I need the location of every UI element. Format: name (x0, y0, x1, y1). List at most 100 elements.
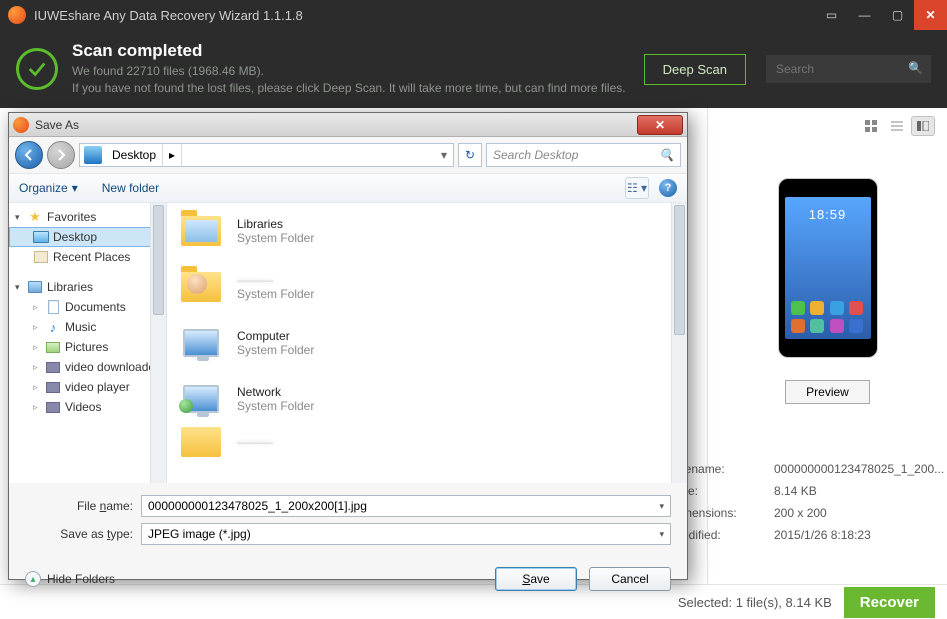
tree-pictures[interactable]: ▹Pictures (9, 337, 166, 357)
scrollbar-thumb[interactable] (674, 205, 685, 335)
nav-tree[interactable]: ▾★Favorites Desktop Recent Places ▾Libra… (9, 203, 167, 483)
refresh-button[interactable]: ↻ (458, 143, 482, 167)
filename-input[interactable]: 000000000123478025_1_200x200[1].jpg▾ (141, 495, 671, 517)
tree-recent-places[interactable]: Recent Places (9, 247, 166, 267)
file-item-computer[interactable]: ComputerSystem Folder (167, 315, 687, 371)
organize-menu[interactable]: Organize ▾ (19, 181, 78, 195)
scan-header: Scan completed We found 22710 files (196… (0, 30, 947, 108)
view-mode-button[interactable]: ☷ ▾ (625, 177, 649, 199)
search-box[interactable]: 🔍 (766, 55, 931, 83)
nav-forward-button[interactable] (47, 141, 75, 169)
titlebar: IUWEshare Any Data Recovery Wizard 1.1.1… (0, 0, 947, 30)
video-icon (46, 362, 60, 373)
network-icon (183, 385, 219, 413)
new-folder-button[interactable]: New folder (102, 181, 159, 195)
view-grid-button[interactable] (859, 116, 883, 136)
selection-status: Selected: 1 file(s), 8.14 KB (678, 595, 832, 610)
user-folder-icon (181, 272, 221, 302)
desktop-icon (33, 231, 49, 243)
preview-button[interactable]: Preview (785, 380, 870, 404)
document-icon (48, 300, 59, 314)
app-logo-icon (8, 6, 26, 24)
dialog-search-box[interactable]: Search Desktop 🔍 (486, 143, 681, 167)
breadcrumb-chevron-icon[interactable]: ▸ (163, 144, 182, 166)
filename-label: File name: (51, 499, 133, 513)
nav-back-button[interactable] (15, 141, 43, 169)
desktop-icon (84, 146, 102, 164)
libraries-icon (28, 281, 42, 293)
file-metadata: lename:000000000123478025_1_200... ze:8.… (682, 458, 944, 546)
save-as-dialog: Save As ✕ Desktop ▸ ▾ ↻ Search Desktop 🔍… (8, 112, 688, 580)
tree-documents[interactable]: ▹Documents (9, 297, 166, 317)
window-minimize-button[interactable]: — (848, 0, 881, 30)
video-icon (46, 382, 60, 393)
tree-video-downloader[interactable]: ▹video downloader (9, 357, 166, 377)
file-item-network[interactable]: NetworkSystem Folder (167, 371, 687, 427)
scan-summary: We found 22710 files (1968.46 MB). (72, 63, 626, 80)
scan-complete-icon (16, 48, 58, 90)
breadcrumb-desktop[interactable]: Desktop (106, 144, 163, 166)
tree-videos[interactable]: ▹Videos (9, 397, 166, 417)
dialog-search-placeholder: Search Desktop (493, 148, 578, 162)
meta-dim-key: mensions: (682, 506, 774, 520)
meta-mod-val: 2015/1/26 8:18:23 (774, 528, 871, 542)
filetype-select[interactable]: JPEG image (*.jpg)▾ (141, 523, 671, 545)
cancel-button[interactable]: Cancel (589, 567, 671, 591)
scrollbar-thumb[interactable] (153, 205, 164, 315)
meta-size-key: ze: (682, 484, 774, 498)
file-item-folder[interactable]: ——— (167, 427, 687, 457)
preview-clock: 18:59 (785, 197, 871, 222)
search-icon: 🔍 (908, 61, 923, 75)
file-item-user[interactable]: ———System Folder (167, 259, 687, 315)
libraries-folder-icon (181, 216, 221, 246)
breadcrumb-dropdown-icon[interactable]: ▾ (435, 148, 453, 162)
tree-favorites[interactable]: ▾★Favorites (9, 207, 166, 227)
chevron-down-icon[interactable]: ▾ (659, 529, 664, 540)
preview-image: 18:59 (778, 178, 878, 358)
preview-panel: 18:59 Preview lename:000000000123478025_… (707, 108, 947, 619)
folder-icon (181, 427, 221, 457)
meta-filename-val: 000000000123478025_1_200... (774, 462, 944, 476)
tree-desktop[interactable]: Desktop (9, 227, 166, 247)
dialog-header[interactable]: Save As ✕ (9, 113, 687, 137)
file-list[interactable]: LibrariesSystem Folder ———System Folder … (167, 203, 687, 483)
computer-icon (183, 329, 219, 357)
pictures-icon (46, 342, 60, 353)
meta-size-val: 8.14 KB (774, 484, 817, 498)
window-maximize-button[interactable]: ▢ (881, 0, 914, 30)
scan-tip: If you have not found the lost files, pl… (72, 80, 626, 97)
files-scrollbar[interactable] (671, 203, 687, 483)
deep-scan-button[interactable]: Deep Scan (644, 54, 746, 85)
dialog-close-button[interactable]: ✕ (637, 115, 683, 135)
view-list-button[interactable] (885, 116, 909, 136)
video-icon (46, 402, 60, 413)
save-button[interactable]: Save (495, 567, 577, 591)
window-tray-button[interactable]: ▭ (815, 0, 848, 30)
dialog-title: Save As (35, 118, 637, 132)
app-title: IUWEshare Any Data Recovery Wizard 1.1.1… (34, 8, 815, 23)
chevron-down-icon: ▾ (72, 181, 78, 195)
search-icon: 🔍 (659, 148, 674, 162)
filetype-label: Save as type: (51, 527, 133, 541)
search-input[interactable] (766, 55, 931, 83)
breadcrumb-bar[interactable]: Desktop ▸ ▾ (79, 143, 454, 167)
recent-icon (34, 251, 48, 263)
tree-libraries[interactable]: ▾Libraries (9, 277, 166, 297)
meta-filename-key: lename: (682, 462, 774, 476)
meta-dim-val: 200 x 200 (774, 506, 827, 520)
tree-video-player[interactable]: ▹video player (9, 377, 166, 397)
file-item-libraries[interactable]: LibrariesSystem Folder (167, 203, 687, 259)
recover-button[interactable]: Recover (844, 587, 935, 618)
help-button[interactable]: ? (659, 179, 677, 197)
chevron-down-icon[interactable]: ▾ (659, 501, 664, 512)
scan-heading: Scan completed (72, 41, 626, 61)
meta-mod-key: odified: (682, 528, 774, 542)
view-preview-button[interactable] (911, 116, 935, 136)
dialog-app-icon (13, 117, 29, 133)
tree-scrollbar[interactable] (150, 203, 166, 483)
hide-folders-toggle[interactable]: ▴Hide Folders (25, 571, 115, 587)
window-close-button[interactable]: ✕ (914, 0, 947, 30)
music-icon: ♪ (45, 320, 61, 334)
star-icon: ★ (27, 210, 43, 224)
tree-music[interactable]: ▹♪Music (9, 317, 166, 337)
